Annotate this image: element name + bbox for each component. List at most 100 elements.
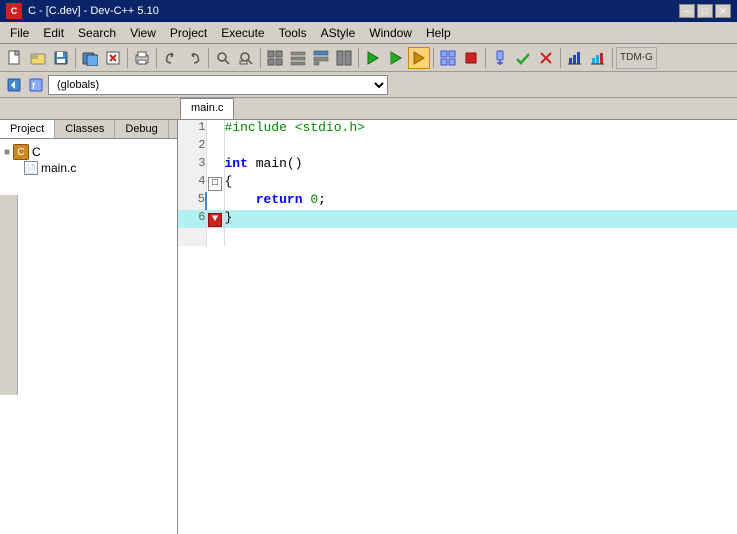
maximize-button[interactable]: □ (697, 4, 713, 18)
toolbar-separator-2 (127, 48, 128, 68)
code-line-6: 6 ▼ } (178, 210, 737, 228)
code-line-4: 4 □ { (178, 174, 737, 192)
new-button[interactable] (4, 47, 26, 69)
project-tree: ■ C C 📄 main.c (0, 139, 177, 179)
code-line-1: 1 #include <stdio.h> (178, 120, 737, 138)
stop-button[interactable] (460, 47, 482, 69)
code-content-6[interactable]: } (224, 210, 737, 228)
find-file-button[interactable] (235, 47, 257, 69)
save-all-button[interactable] (79, 47, 101, 69)
tabbar: main.c (0, 98, 737, 120)
toolbar-separator-6 (358, 48, 359, 68)
gutter-7 (206, 228, 224, 246)
minimize-button[interactable]: ─ (679, 4, 695, 18)
sidebar-tab-project[interactable]: Project (0, 120, 55, 138)
left-scrollbar[interactable] (0, 195, 18, 395)
sidebar: Project Classes Debug ■ C C 📄 main.c (0, 120, 178, 534)
toolbar-separator-10 (612, 48, 613, 68)
compile-button[interactable] (362, 47, 384, 69)
breakpoint-icon[interactable]: ▼ (208, 213, 222, 227)
code-content-3[interactable]: int main() (224, 156, 737, 174)
menu-search[interactable]: Search (72, 24, 122, 42)
compile-run-button[interactable] (408, 47, 430, 69)
check-button[interactable] (512, 47, 534, 69)
menu-tools[interactable]: Tools (273, 24, 313, 42)
app-icon: C (6, 3, 22, 19)
code-table: 1 #include <stdio.h> 2 3 int main() (178, 120, 737, 246)
code-content-7[interactable] (224, 228, 737, 246)
tree-file-main[interactable]: 📄 main.c (4, 161, 173, 175)
scope-func-button[interactable]: f (26, 74, 46, 96)
sidebar-tabs: Project Classes Debug (0, 120, 177, 139)
toolbar-separator-1 (75, 48, 76, 68)
project-icon: C (13, 144, 29, 160)
close-all-button[interactable] (535, 47, 557, 69)
gutter-6[interactable]: ▼ (206, 210, 224, 228)
menu-view[interactable]: View (124, 24, 162, 42)
print-button[interactable] (131, 47, 153, 69)
redo-button[interactable] (183, 47, 205, 69)
window-controls: ─ □ ✕ (679, 4, 731, 18)
file-name: main.c (41, 161, 76, 175)
undo-button[interactable] (160, 47, 182, 69)
line-number-4: 4 (178, 174, 206, 192)
line-number-2: 2 (178, 138, 206, 156)
gutter-3 (206, 156, 224, 174)
scope-dropdown[interactable]: (globals) (48, 75, 388, 95)
view3-button[interactable] (310, 47, 332, 69)
code-content-4[interactable]: { (224, 174, 737, 192)
save-button[interactable] (50, 47, 72, 69)
code-line-7 (178, 228, 737, 246)
code-line-5: 5 return 0; (178, 192, 737, 210)
code-editor[interactable]: 1 #include <stdio.h> 2 3 int main() (178, 120, 737, 534)
menubar: File Edit Search View Project Execute To… (0, 22, 737, 44)
menu-astyle[interactable]: AStyle (315, 24, 362, 42)
line-number-5: 5 (178, 192, 206, 210)
window-title: C - [C.dev] - Dev-C++ 5.10 (28, 5, 673, 17)
menu-execute[interactable]: Execute (215, 24, 270, 42)
sidebar-tab-debug[interactable]: Debug (115, 120, 168, 138)
gutter-5 (206, 192, 224, 210)
sidebar-tab-classes[interactable]: Classes (55, 120, 115, 138)
toolbar-separator-3 (156, 48, 157, 68)
gutter-4[interactable]: □ (206, 174, 224, 192)
line-number-3: 3 (178, 156, 206, 174)
code-line-2: 2 (178, 138, 737, 156)
toolbar-separator-4 (208, 48, 209, 68)
main-content: Project Classes Debug ■ C C 📄 main.c (0, 120, 737, 534)
titlebar: C C - [C.dev] - Dev-C++ 5.10 ─ □ ✕ (0, 0, 737, 22)
close-button[interactable]: ✕ (715, 4, 731, 18)
menu-file[interactable]: File (4, 24, 35, 42)
chart-button[interactable] (564, 47, 586, 69)
view1-button[interactable] (264, 47, 286, 69)
view4-button[interactable] (333, 47, 355, 69)
main-toolbar: TDM-G (0, 44, 737, 72)
fold-button-4[interactable]: □ (208, 177, 222, 191)
gutter-2 (206, 138, 224, 156)
menu-window[interactable]: Window (363, 24, 418, 42)
tree-root[interactable]: ■ C C (4, 143, 173, 161)
code-content-2[interactable] (224, 138, 737, 156)
project-name: C (32, 145, 41, 159)
scope-back-button[interactable] (4, 74, 24, 96)
toolbar-separator-9 (560, 48, 561, 68)
scope-toolbar: f (globals) (0, 72, 737, 98)
run-button[interactable] (385, 47, 407, 69)
menu-edit[interactable]: Edit (37, 24, 70, 42)
close-button2[interactable] (102, 47, 124, 69)
toolbar-separator-8 (485, 48, 486, 68)
file-icon: 📄 (24, 161, 38, 175)
tdm-label: TDM-G (616, 47, 657, 69)
view2-button[interactable] (287, 47, 309, 69)
chart2-button[interactable] (587, 47, 609, 69)
debug-button[interactable] (489, 47, 511, 69)
code-content-1[interactable]: #include <stdio.h> (224, 120, 737, 138)
menu-project[interactable]: Project (164, 24, 213, 42)
code-content-5[interactable]: return 0; (224, 192, 737, 210)
tab-main-c[interactable]: main.c (180, 98, 234, 119)
line-number-6: 6 (178, 210, 206, 228)
find-button[interactable] (212, 47, 234, 69)
rebuild-button[interactable] (437, 47, 459, 69)
open-button[interactable] (27, 47, 49, 69)
menu-help[interactable]: Help (420, 24, 457, 42)
